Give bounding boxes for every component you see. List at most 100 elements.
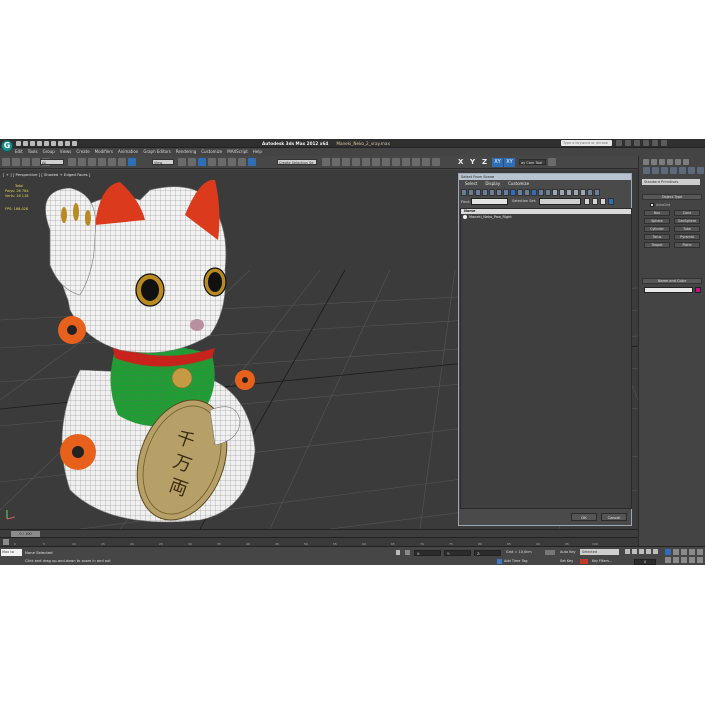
sphere-button[interactable]: Sphere [644, 218, 670, 224]
help-search-input[interactable]: Type a keyword or phrase [561, 140, 612, 146]
display-space-warps-icon[interactable] [496, 189, 502, 196]
percent-snap-icon[interactable] [228, 158, 236, 166]
minimize-icon[interactable] [643, 140, 649, 146]
selection-filter-dropdown[interactable]: All [40, 159, 64, 165]
highlight-selection-icon[interactable] [608, 198, 614, 205]
dialog-menu-customize[interactable]: Customize [508, 180, 529, 188]
options-icon[interactable] [587, 189, 593, 196]
curve-editor-icon[interactable] [362, 158, 370, 166]
sync-selection-icon[interactable] [566, 189, 572, 196]
menu-animation[interactable]: Animation [118, 149, 138, 155]
display-helpers-icon[interactable] [489, 189, 495, 196]
select-and-rotate-icon[interactable] [118, 158, 126, 166]
quick-access-dropdown-icon[interactable] [72, 141, 77, 146]
render-setup-icon[interactable] [392, 158, 400, 166]
rectangular-selection-icon[interactable] [88, 158, 96, 166]
rendered-frame-window-icon[interactable] [402, 158, 410, 166]
fetch-icon[interactable] [58, 141, 63, 146]
select-dependents-icon[interactable] [573, 189, 579, 196]
select-and-manipulate-icon[interactable] [188, 158, 196, 166]
key-filters-button[interactable]: Key Filters... [592, 559, 612, 563]
menu-help[interactable]: Help [253, 149, 262, 155]
time-slider[interactable]: 0 / 100 [0, 529, 638, 537]
display-shapes-icon[interactable] [468, 189, 474, 196]
key-icon[interactable] [545, 550, 555, 555]
select-and-move-icon[interactable] [108, 158, 116, 166]
pan-view-icon[interactable] [665, 557, 671, 563]
layer-manager-icon[interactable] [342, 158, 350, 166]
menu-create[interactable]: Create [76, 149, 89, 155]
display-cameras-icon[interactable] [482, 189, 488, 196]
pyramid-button[interactable]: Pyramid [674, 234, 700, 240]
play-icon[interactable] [639, 549, 644, 554]
motion-tab-icon[interactable] [667, 159, 673, 165]
auto-key-button[interactable]: Auto Key [560, 550, 576, 554]
display-xrefs-icon[interactable] [510, 189, 516, 196]
maxscript-listener-input[interactable]: Max to [1, 549, 22, 556]
object-color-swatch[interactable] [695, 287, 701, 293]
new-file-icon[interactable] [16, 141, 21, 146]
binoculars-icon[interactable] [616, 140, 622, 146]
lock-selection-icon[interactable] [396, 550, 400, 555]
go-to-end-icon[interactable] [653, 549, 658, 554]
redo-icon[interactable] [44, 141, 49, 146]
menu-customize[interactable]: Customize [201, 149, 222, 155]
menu-group[interactable]: Group [43, 149, 55, 155]
axis-x-button[interactable]: X [458, 158, 463, 166]
application-logo-button[interactable]: G [1, 140, 13, 152]
reference-coordinate-dropdown[interactable]: View [152, 159, 174, 165]
lights-category-icon[interactable] [661, 167, 668, 174]
region-zoom-icon[interactable] [697, 557, 703, 563]
display-none-icon[interactable] [531, 189, 537, 196]
key-mode-dropdown[interactable]: Selected [580, 549, 619, 555]
unlink-icon[interactable] [32, 158, 40, 166]
zoom-extents-all-icon[interactable] [689, 549, 695, 555]
dialog-menu-select[interactable]: Select [465, 180, 477, 188]
systems-category-icon[interactable] [697, 167, 704, 174]
schematic-view-icon[interactable] [372, 158, 380, 166]
undo-toolbar-icon[interactable] [2, 158, 10, 166]
hierarchy-tab-icon[interactable] [659, 159, 665, 165]
tube-button[interactable]: Tube [674, 226, 700, 232]
axis-y-button[interactable]: Y [470, 158, 475, 166]
previous-frame-icon[interactable] [632, 549, 637, 554]
teapot-render-icon[interactable] [548, 158, 556, 166]
dialog-menu-display[interactable]: Display [485, 180, 500, 188]
cancel-button[interactable]: Cancel [601, 513, 627, 521]
close-icon[interactable] [661, 140, 667, 146]
modify-tab-icon[interactable] [651, 159, 657, 165]
display-invert-icon[interactable] [538, 189, 544, 196]
axis-xy-button[interactable]: XY [492, 158, 503, 167]
geometry-category-icon[interactable] [643, 167, 650, 174]
add-time-tag-button[interactable]: Add Time Tag [504, 559, 528, 563]
mirror-icon[interactable] [322, 158, 330, 166]
space-warps-category-icon[interactable] [688, 167, 695, 174]
open-file-icon[interactable] [23, 141, 28, 146]
teapot-button[interactable]: Teapot [644, 242, 670, 248]
edit-named-selection-icon[interactable] [248, 158, 256, 166]
pivot-center-icon[interactable] [178, 158, 186, 166]
scene-object-list[interactable]: Name Maneki_Neko_Paw_Right [460, 208, 632, 509]
menu-maxscript[interactable]: MAXScript [227, 149, 248, 155]
help-icon[interactable] [634, 140, 640, 146]
object-name-field[interactable] [644, 287, 693, 293]
camera-tool-field[interactable]: ay Cam Tool [519, 159, 546, 165]
display-geometry-icon[interactable] [461, 189, 467, 196]
walk-through-icon[interactable] [689, 557, 695, 563]
absolute-mode-icon[interactable] [405, 550, 410, 555]
viewport-label-menu[interactable]: [ + ] [ Perspective ] [ Shaded + Edged F… [3, 172, 90, 177]
orbit-icon[interactable] [673, 557, 679, 563]
activeshade-icon[interactable] [432, 158, 440, 166]
display-bones-icon[interactable] [517, 189, 523, 196]
select-all-icon[interactable] [545, 189, 551, 196]
menu-edit[interactable]: Edit [15, 149, 23, 155]
cameras-category-icon[interactable] [670, 167, 677, 174]
render-production-icon[interactable] [412, 158, 420, 166]
menu-graph-editors[interactable]: Graph Editors [143, 149, 170, 155]
key-filter-icon[interactable] [580, 559, 588, 564]
display-all-icon[interactable] [524, 189, 530, 196]
display-lights-icon[interactable] [475, 189, 481, 196]
snaps-toggle-icon[interactable] [208, 158, 216, 166]
x-coordinate-field[interactable]: X: [414, 550, 441, 556]
select-and-scale-icon[interactable] [128, 158, 136, 166]
